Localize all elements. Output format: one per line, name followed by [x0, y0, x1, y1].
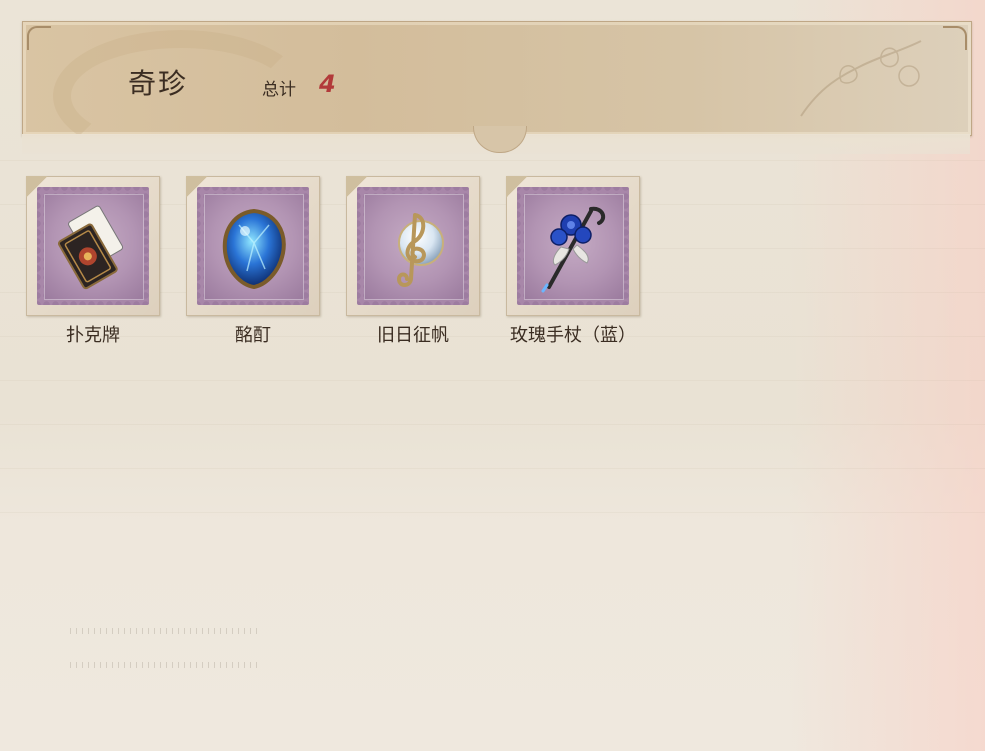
- stamp-background: [357, 187, 469, 305]
- item-frame: [506, 176, 640, 316]
- item-name: 酩酊: [235, 325, 271, 346]
- item-frame: [346, 176, 480, 316]
- stamp-background: [37, 187, 149, 305]
- item-name: 旧日征帆: [377, 325, 449, 346]
- total-label: 总计: [262, 80, 296, 100]
- page-title: 奇珍: [128, 67, 189, 100]
- total-count: 4: [319, 70, 336, 98]
- header-corner-ornament: [27, 26, 51, 50]
- decorative-ruler: [70, 628, 260, 668]
- header-corner-ornament: [943, 26, 967, 50]
- item-name: 玫瑰手杖（蓝）: [510, 325, 636, 346]
- card-deck-icon: [57, 205, 124, 290]
- item-name: 扑克牌: [66, 325, 120, 346]
- item-frame: [186, 176, 320, 316]
- blue-rose-cane-icon: [541, 206, 606, 293]
- item-frame: [26, 176, 160, 316]
- blue-crystal-heart-icon: [222, 208, 286, 290]
- treble-clef-orb-icon: [396, 213, 444, 287]
- stamp-background: [197, 187, 309, 305]
- stamp-background: [517, 187, 629, 305]
- decorative-flower-icon: [800, 40, 922, 117]
